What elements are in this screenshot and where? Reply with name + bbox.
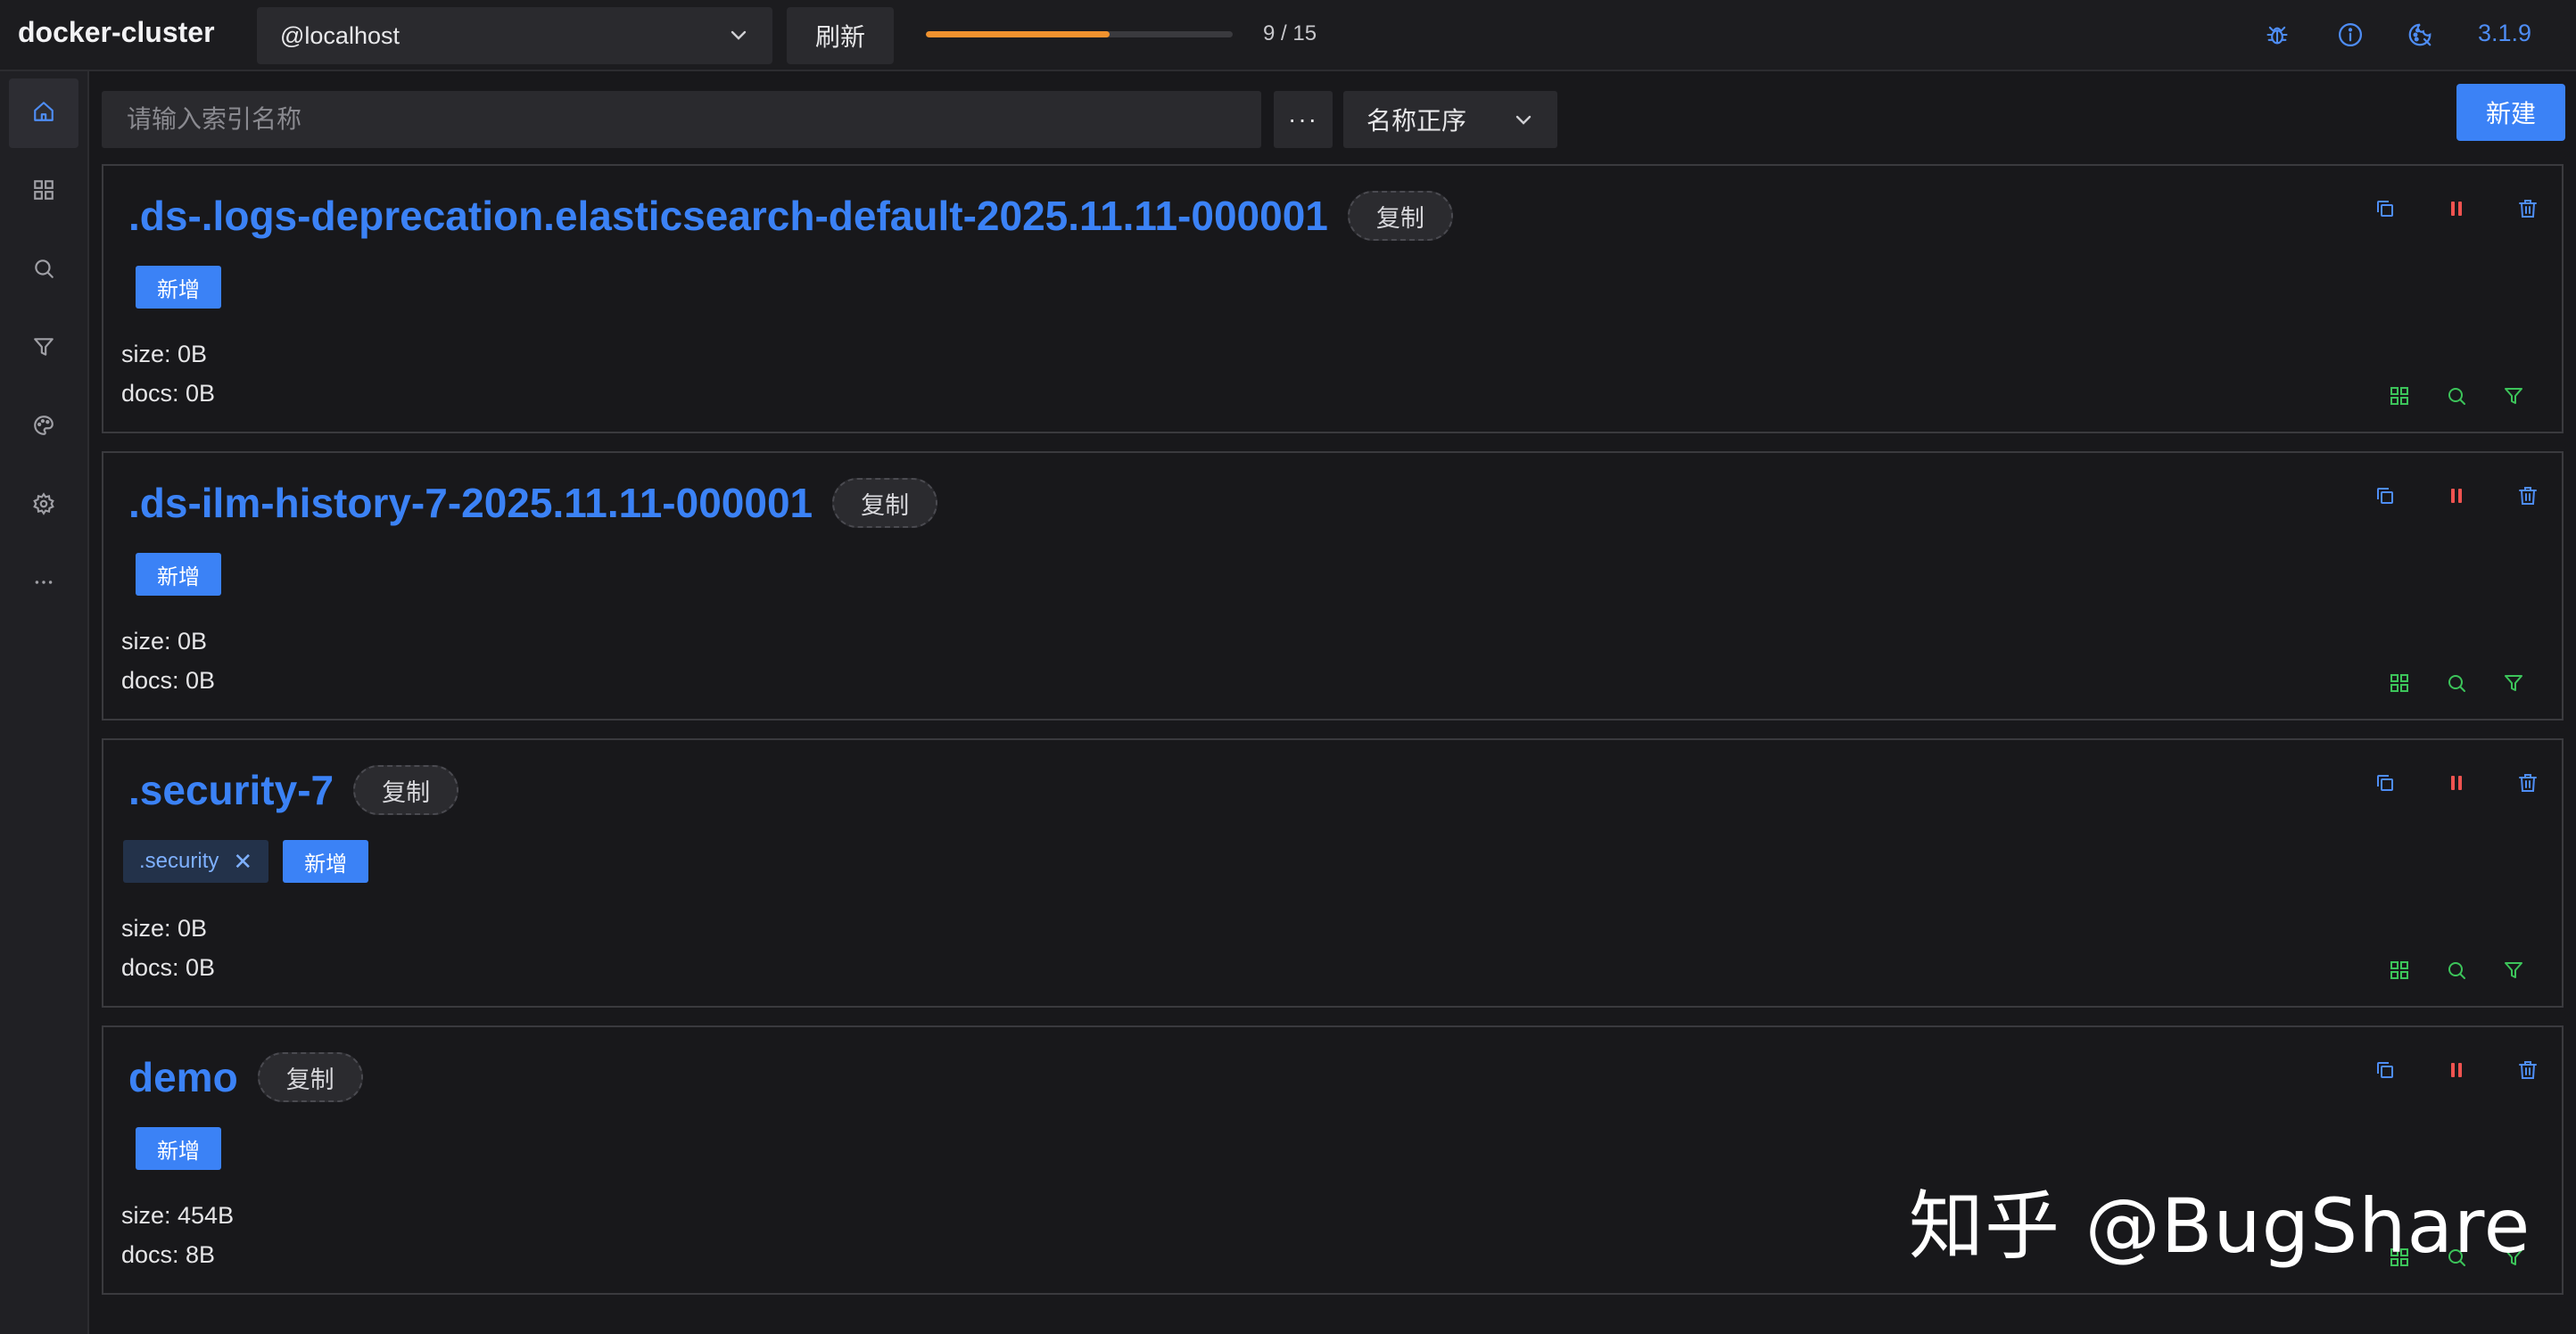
index-size: size: 0B (121, 341, 208, 367)
theme-icon[interactable] (2405, 20, 2435, 50)
search-icon (32, 257, 55, 284)
filter-icon[interactable] (2498, 380, 2530, 412)
new-index-button[interactable]: 新建 (2456, 84, 2565, 141)
more-icon (32, 571, 55, 598)
sidebar-item-palette[interactable] (9, 392, 78, 462)
copy-index-icon[interactable] (2369, 480, 2401, 512)
alias-tag[interactable]: .security ✕ (123, 840, 269, 883)
chevron-down-icon (728, 25, 749, 53)
filter-icon (32, 335, 55, 363)
pause-icon[interactable] (2440, 767, 2473, 799)
search-icon[interactable] (2440, 380, 2473, 412)
alias-tags: .security ✕ 新增 (123, 840, 369, 883)
alias-tags: 新增 (136, 266, 221, 309)
index-docs: docs: 8B (121, 1241, 216, 1268)
home-icon (32, 100, 55, 128)
add-alias-button[interactable]: 新增 (136, 553, 221, 596)
index-name[interactable]: .ds-.logs-deprecation.elasticsearch-defa… (128, 192, 1328, 240)
add-alias-button[interactable]: 新增 (136, 1127, 221, 1170)
delete-icon[interactable] (2512, 1054, 2544, 1086)
refresh-button[interactable]: 刷新 (787, 7, 894, 64)
pause-icon[interactable] (2440, 193, 2473, 225)
index-name[interactable]: demo (128, 1053, 238, 1101)
sidebar-item-filter[interactable] (9, 314, 78, 383)
sidebar-item-settings[interactable] (9, 471, 78, 540)
search-icon[interactable] (2440, 667, 2473, 699)
index-card: .security-7 复制 .security ✕ 新增 size: 0B d… (102, 738, 2564, 1008)
grid-icon[interactable] (2383, 954, 2415, 986)
copy-button[interactable]: 复制 (257, 1052, 363, 1102)
app-title: docker-cluster (18, 16, 215, 48)
gear-icon (32, 491, 55, 520)
pause-icon[interactable] (2440, 1054, 2473, 1086)
progress-bar (926, 31, 1233, 37)
alias-tags: 新增 (136, 1127, 221, 1170)
search-icon[interactable] (2440, 954, 2473, 986)
grid-icon[interactable] (2383, 380, 2415, 412)
copy-index-icon[interactable] (2369, 193, 2401, 225)
palette-icon (32, 414, 55, 441)
sidebar-item-home[interactable] (9, 78, 78, 148)
filter-icon[interactable] (2498, 954, 2530, 986)
more-options-button[interactable]: ··· (1274, 91, 1333, 148)
copy-button[interactable]: 复制 (1347, 191, 1453, 241)
index-docs: docs: 0B (121, 954, 216, 981)
copy-button[interactable]: 复制 (353, 765, 459, 815)
index-docs: docs: 0B (121, 380, 216, 407)
index-size: size: 0B (121, 915, 208, 942)
index-size: size: 0B (121, 628, 208, 655)
copy-index-icon[interactable] (2369, 767, 2401, 799)
index-title-row: .security-7 复制 (128, 765, 459, 815)
add-alias-button[interactable]: 新增 (283, 840, 369, 883)
top-bar: docker-cluster @localhost 刷新 9 / 15 3.1.… (0, 0, 2576, 71)
sort-select-value: 名称正序 (1366, 107, 1467, 135)
alias-tag-label: .security (139, 849, 219, 873)
progress-text: 9 / 15 (1263, 21, 1317, 45)
chevron-down-icon (1513, 109, 1534, 137)
index-docs: docs: 0B (121, 667, 216, 694)
filter-icon[interactable] (2498, 667, 2530, 699)
copy-index-icon[interactable] (2369, 1054, 2401, 1086)
host-select[interactable]: @localhost (257, 7, 772, 64)
close-icon[interactable]: ✕ (233, 848, 252, 876)
pause-icon[interactable] (2440, 480, 2473, 512)
progress-bar-fill (926, 31, 1110, 37)
alias-tags: 新增 (136, 553, 221, 596)
sort-select[interactable]: 名称正序 (1343, 91, 1557, 148)
index-search-input[interactable] (102, 91, 1261, 148)
index-card: .ds-.logs-deprecation.elasticsearch-defa… (102, 164, 2564, 433)
grid-icon (32, 178, 55, 206)
index-size: size: 454B (121, 1202, 235, 1229)
sidebar-item-more[interactable] (9, 549, 78, 619)
add-alias-button[interactable]: 新增 (136, 266, 221, 309)
delete-icon[interactable] (2512, 193, 2544, 225)
sidebar-item-grid[interactable] (9, 157, 78, 226)
delete-icon[interactable] (2512, 767, 2544, 799)
host-select-value: @localhost (280, 21, 400, 49)
bug-icon[interactable] (2262, 20, 2292, 50)
sidebar-item-search[interactable] (9, 235, 78, 305)
info-icon[interactable] (2335, 20, 2365, 50)
copy-button[interactable]: 复制 (832, 478, 938, 528)
index-title-row: .ds-ilm-history-7-2025.11.11-000001 复制 (128, 478, 938, 528)
index-title-row: .ds-.logs-deprecation.elasticsearch-defa… (128, 191, 1453, 241)
sidebar (0, 71, 89, 1334)
version-link[interactable]: 3.1.9 (2478, 20, 2531, 47)
grid-icon[interactable] (2383, 667, 2415, 699)
watermark: 知乎 @BugShare (1909, 1182, 2531, 1270)
delete-icon[interactable] (2512, 480, 2544, 512)
index-name[interactable]: .ds-ilm-history-7-2025.11.11-000001 (128, 479, 813, 527)
index-card: .ds-ilm-history-7-2025.11.11-000001 复制 新… (102, 451, 2564, 721)
index-name[interactable]: .security-7 (128, 766, 334, 814)
index-title-row: demo 复制 (128, 1052, 363, 1102)
